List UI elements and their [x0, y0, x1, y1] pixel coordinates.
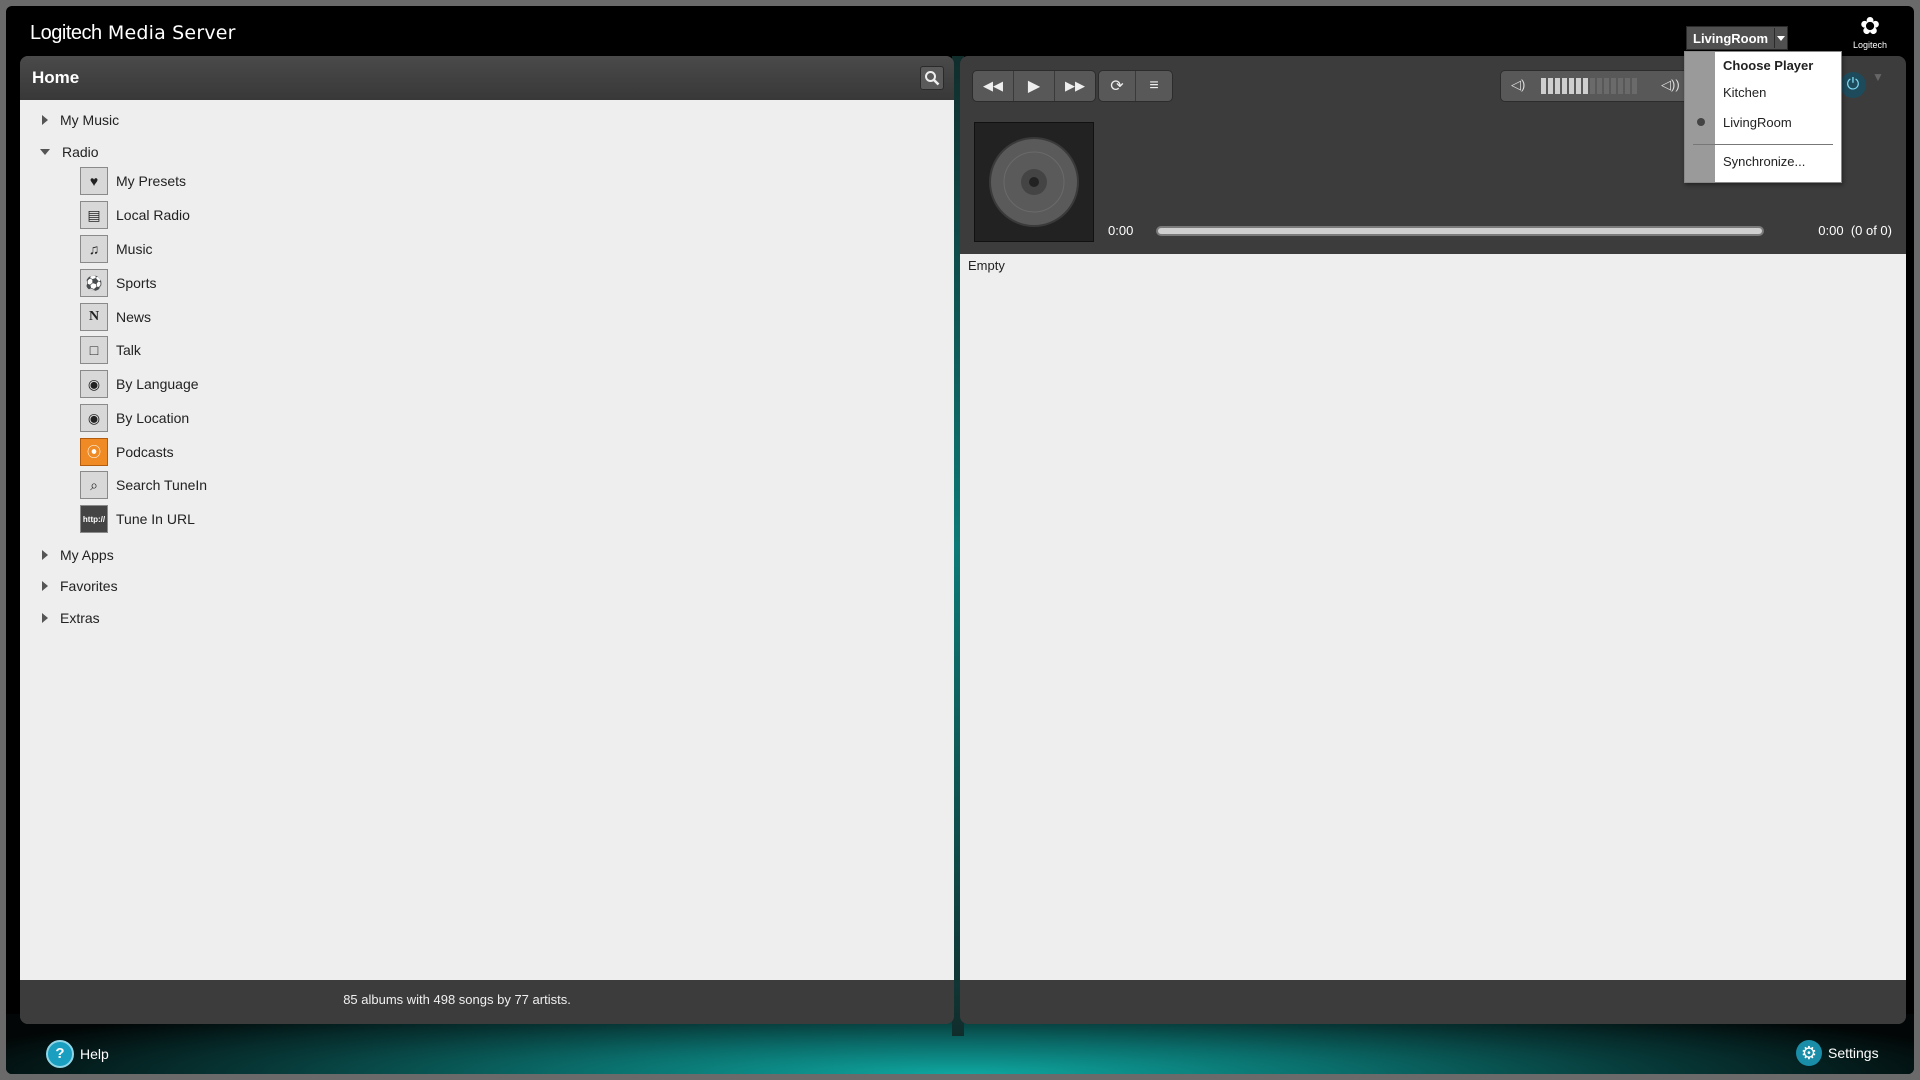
tree-item-my-music[interactable]: My Music: [42, 112, 119, 128]
volume-segment: [1555, 78, 1560, 94]
fast-forward-button[interactable]: ▶▶: [1055, 71, 1095, 101]
help-icon: ?: [46, 1040, 74, 1068]
volume-segment: [1618, 78, 1623, 94]
logitech-logo-icon: ✿: [1859, 13, 1881, 40]
heart-icon: ♥: [80, 167, 108, 195]
radio-item-by-language[interactable]: ◉ By Language: [80, 370, 199, 398]
rss-icon: ⦿: [80, 438, 108, 466]
shuffle-button[interactable]: ≡: [1136, 71, 1172, 101]
expand-arrow-icon[interactable]: [42, 115, 48, 125]
player-dropdown-menu: Choose Player Kitchen LivingRoom Synchro…: [1684, 51, 1842, 183]
menu-heading: Choose Player: [1723, 58, 1814, 73]
logitech-logo: ✿ Logitech: [1844, 14, 1896, 56]
power-icon[interactable]: ⏻: [1840, 72, 1866, 98]
music-notes-icon: ♫: [80, 235, 108, 263]
album-cover: [974, 122, 1094, 242]
radio-item-my-presets[interactable]: ♥ My Presets: [80, 167, 186, 195]
radio-item-sports[interactable]: ⚽ Sports: [80, 269, 156, 297]
mode-controls: ⟳ ≡: [1098, 70, 1173, 102]
radio-item-talk[interactable]: □ Talk: [80, 336, 141, 364]
library-status: 85 albums with 498 songs by 77 artists.: [20, 980, 954, 1024]
repeat-icon: ⟳: [1110, 78, 1124, 95]
collapse-arrow-icon[interactable]: [40, 149, 50, 155]
radio-item-local-radio[interactable]: ▤ Local Radio: [80, 201, 190, 229]
menu-separator: [1693, 144, 1833, 145]
browse-panel: Home My Music Radio ♥ My Presets ▤ Local…: [20, 56, 954, 1024]
gear-icon: ⚙: [1796, 1040, 1822, 1066]
volume-segment: [1562, 78, 1567, 94]
radio-item-search-tunein[interactable]: ⌕ Search TuneIn: [80, 471, 207, 499]
menu-gutter: [1685, 52, 1715, 182]
volume-segment: [1597, 78, 1602, 94]
track-time-info: 0:00 (0 of 0): [1818, 223, 1892, 238]
expand-arrow-icon[interactable]: [42, 613, 48, 623]
menu-item-livingroom[interactable]: LivingRoom: [1723, 115, 1792, 130]
globe-icon: ◉: [80, 370, 108, 398]
browse-panel-header: Home: [20, 56, 954, 100]
volume-segment: [1632, 78, 1637, 94]
volume-slider[interactable]: [1541, 78, 1639, 94]
search-icon: [925, 71, 940, 86]
volume-segment: [1590, 78, 1595, 94]
list-icon: ≡: [1149, 77, 1159, 94]
cd-icon: [989, 137, 1079, 227]
play-button[interactable]: ▶: [1014, 71, 1055, 101]
magnifier-icon: ⌕: [80, 471, 108, 499]
player-status-bar: [960, 980, 1906, 1024]
menu-item-synchronize[interactable]: Synchronize...: [1723, 154, 1805, 169]
repeat-button[interactable]: ⟳: [1099, 71, 1136, 101]
selected-dot-icon: [1697, 118, 1705, 126]
radio-item-tune-in-url[interactable]: http:// Tune In URL: [80, 505, 195, 533]
radio-item-music[interactable]: ♫ Music: [80, 235, 153, 263]
transport-controls: ◀◀ ▶ ▶▶: [972, 70, 1096, 102]
expand-arrow-icon[interactable]: [42, 581, 48, 591]
progress-bar[interactable]: [1156, 226, 1764, 236]
playlist: Empty: [960, 254, 1906, 980]
tree-item-my-apps[interactable]: My Apps: [42, 547, 114, 563]
settings-button[interactable]: ⚙ Settings: [1796, 1040, 1879, 1066]
volume-down-icon[interactable]: ◁): [1511, 77, 1525, 93]
tree-item-radio[interactable]: Radio: [40, 144, 99, 160]
tree-item-favorites[interactable]: Favorites: [42, 578, 118, 594]
volume-segment: [1569, 78, 1574, 94]
volume-control: ◁) ◁)): [1500, 70, 1710, 102]
collapse-icon[interactable]: ▼: [1872, 70, 1884, 84]
browse-tree: My Music Radio ♥ My Presets ▤ Local Radi…: [20, 100, 954, 980]
play-icon: ▶: [1027, 78, 1041, 95]
volume-segment: [1583, 78, 1588, 94]
volume-up-icon[interactable]: ◁)): [1661, 77, 1680, 93]
local-radio-icon: ▤: [80, 201, 108, 229]
chevron-down-icon[interactable]: [1774, 28, 1787, 48]
rewind-icon: ◀◀: [983, 78, 1003, 93]
volume-segment: [1611, 78, 1616, 94]
volume-segment: [1604, 78, 1609, 94]
radio-item-podcasts[interactable]: ⦿ Podcasts: [80, 438, 174, 466]
volume-segment: [1548, 78, 1553, 94]
fast-forward-icon: ▶▶: [1065, 78, 1085, 93]
panel-title: Home: [32, 68, 80, 87]
globe-icon: ◉: [80, 404, 108, 432]
http-icon: http://: [80, 505, 108, 533]
volume-segment: [1541, 78, 1546, 94]
help-button[interactable]: ? Help: [46, 1040, 109, 1068]
news-icon: N: [80, 303, 108, 331]
speech-bubble-icon: □: [80, 336, 108, 364]
volume-segment: [1625, 78, 1630, 94]
elapsed-time: 0:00: [1108, 223, 1134, 238]
app-window: Logitech Media Server ✿ Logitech Home My…: [6, 6, 1914, 1074]
search-button[interactable]: [920, 66, 944, 90]
radio-item-news[interactable]: N News: [80, 303, 151, 331]
playlist-empty-text: Empty: [968, 258, 1005, 273]
menu-item-kitchen[interactable]: Kitchen: [1723, 85, 1766, 100]
player-select[interactable]: LivingRoom: [1686, 26, 1789, 50]
rewind-button[interactable]: ◀◀: [973, 71, 1014, 101]
expand-arrow-icon[interactable]: [42, 550, 48, 560]
volume-segment: [1576, 78, 1581, 94]
radio-item-by-location[interactable]: ◉ By Location: [80, 404, 189, 432]
player-panel: ◀◀ ▶ ▶▶ ⟳ ≡ ◁) ◁)) ⏻ ▼ 0:00 0:00 (0 of 0: [960, 56, 1906, 1024]
tree-item-extras[interactable]: Extras: [42, 610, 100, 626]
app-title: Logitech Media Server: [30, 22, 236, 44]
soccer-ball-icon: ⚽: [80, 269, 108, 297]
